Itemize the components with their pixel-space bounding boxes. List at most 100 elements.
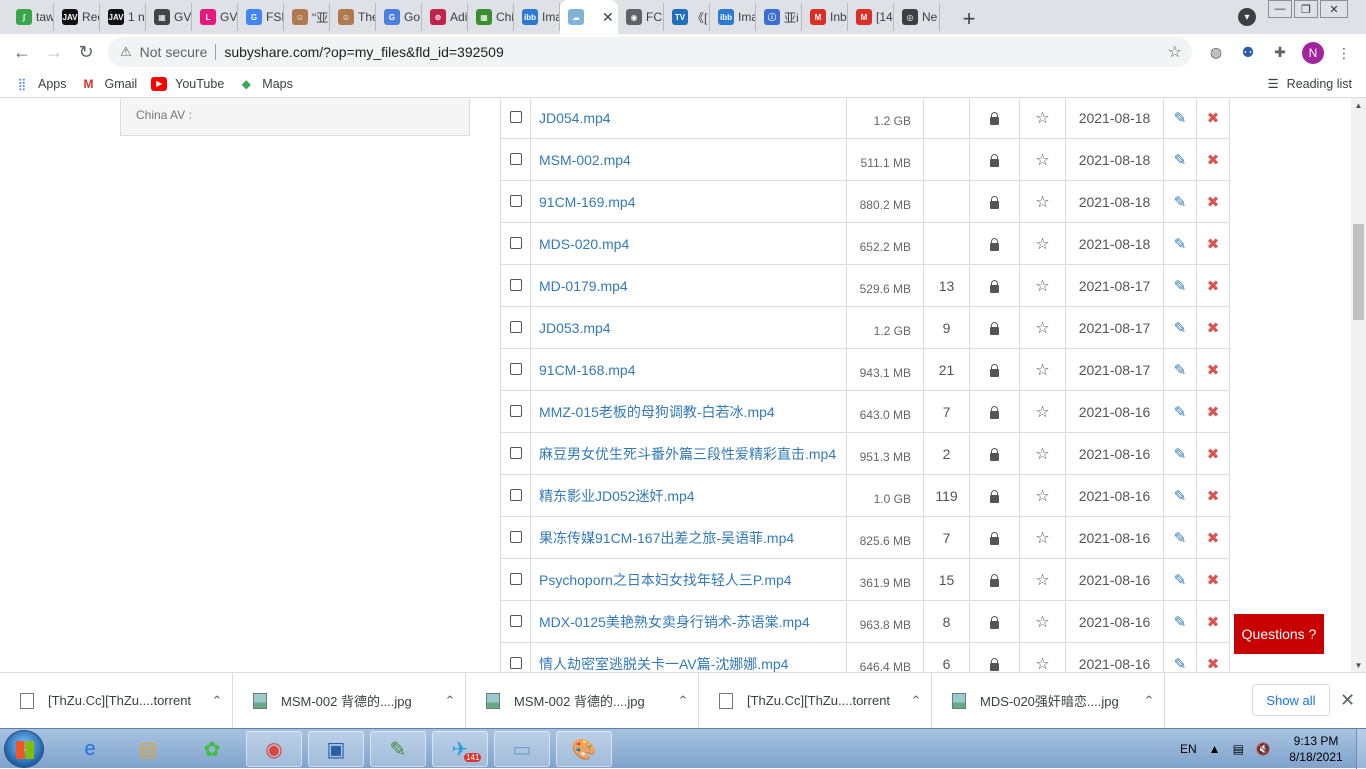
file-name-link[interactable]: 91CM-169.mp4 — [530, 180, 847, 223]
star-icon[interactable]: ☆ — [1035, 194, 1049, 211]
forward-icon[interactable]: → — [38, 36, 70, 68]
reload-icon[interactable]: ↻ — [70, 36, 102, 68]
download-item[interactable]: [ThZu.Cc][ThZu....torrent ⌃ — [0, 672, 233, 729]
edit-pencil-icon[interactable]: ✎ — [1174, 194, 1187, 211]
star-icon[interactable]: ☆ — [1035, 320, 1049, 337]
browser-tab[interactable]: M [14 — [848, 3, 894, 31]
file-checkbox[interactable] — [509, 572, 522, 585]
edit-pencil-icon[interactable]: ✎ — [1174, 236, 1187, 253]
menu-kebab-icon[interactable]: ⋮ — [1334, 43, 1354, 63]
scrollbar-thumb[interactable] — [1353, 224, 1364, 320]
lock-icon[interactable] — [990, 195, 999, 209]
star-icon[interactable]: ☆ — [1035, 110, 1049, 127]
browser-tab[interactable]: ▦ Chi — [468, 3, 514, 31]
edit-pencil-icon[interactable]: ✎ — [1174, 572, 1187, 589]
file-name-link[interactable]: JD053.mp4 — [530, 306, 847, 349]
browser-tab[interactable]: L GV — [192, 3, 238, 31]
file-checkbox[interactable] — [509, 488, 522, 501]
lock-icon[interactable] — [990, 111, 999, 125]
browser-tab[interactable]: G Go — [376, 3, 422, 31]
extension-globe-icon[interactable]: ◍ — [1206, 42, 1226, 62]
star-icon[interactable]: ☆ — [1035, 530, 1049, 547]
delete-icon[interactable]: ✖ — [1207, 446, 1220, 463]
delete-icon[interactable]: ✖ — [1207, 530, 1220, 547]
file-name-link[interactable]: 91CM-168.mp4 — [530, 348, 847, 391]
browser-tab[interactable]: JAV 1 n — [100, 3, 146, 31]
bookmark-gmail[interactable]: M Gmail — [81, 77, 138, 91]
star-icon[interactable]: ☆ — [1035, 278, 1049, 295]
download-item[interactable]: MSM-002 背德的....jpg ⌃ — [233, 672, 466, 729]
browser-tab[interactable]: JAV Rec — [54, 3, 100, 31]
browser-tab[interactable]: ⊛ Adi — [422, 3, 468, 31]
file-checkbox[interactable] — [509, 446, 522, 459]
edit-pencil-icon[interactable]: ✎ — [1174, 278, 1187, 295]
file-checkbox[interactable] — [509, 614, 522, 627]
file-name-link[interactable]: MD-0179.mp4 — [530, 264, 847, 307]
edit-pencil-icon[interactable]: ✎ — [1174, 530, 1187, 547]
delete-icon[interactable]: ✖ — [1207, 194, 1220, 211]
show-hidden-icons-icon[interactable]: ▲ — [1209, 742, 1221, 756]
file-checkbox[interactable] — [509, 320, 522, 333]
file-name-link[interactable]: MDS-020.mp4 — [530, 222, 847, 265]
edit-pencil-icon[interactable]: ✎ — [1174, 404, 1187, 421]
download-item[interactable]: MDS-020强奸暗恋....jpg ⌃ — [932, 672, 1165, 729]
lock-icon[interactable] — [990, 531, 999, 545]
restore-icon[interactable]: ❐ — [1294, 0, 1318, 18]
file-checkbox[interactable] — [509, 194, 522, 207]
chevron-up-icon[interactable]: ⌃ — [901, 693, 931, 709]
file-name-link[interactable]: MMZ-015老板的母狗调教-白若冰.mp4 — [530, 390, 847, 433]
lock-icon[interactable] — [990, 573, 999, 587]
edit-pencil-icon[interactable]: ✎ — [1174, 488, 1187, 505]
file-checkbox[interactable] — [509, 656, 522, 669]
tab-search-icon[interactable]: ▾ — [1238, 8, 1256, 26]
edit-pencil-icon[interactable]: ✎ — [1174, 320, 1187, 337]
file-checkbox[interactable] — [509, 236, 522, 249]
delete-icon[interactable]: ✖ — [1207, 488, 1220, 505]
browser-tab[interactable]: ◉ FC2 — [618, 3, 664, 31]
download-item[interactable]: MSM-002 背德的....jpg ⌃ — [466, 672, 699, 729]
star-icon[interactable]: ☆ — [1035, 572, 1049, 589]
lock-icon[interactable] — [990, 489, 999, 503]
file-name-link[interactable]: 果冻传媒91CM-167出差之旅-吴语菲.mp4 — [530, 516, 847, 559]
bookmark-star-icon[interactable]: ☆ — [1168, 42, 1182, 62]
delete-icon[interactable]: ✖ — [1207, 320, 1220, 337]
close-tab-icon[interactable]: ✕ — [602, 9, 614, 26]
profile-avatar[interactable]: N — [1302, 42, 1324, 64]
new-tab-button[interactable]: + — [954, 4, 984, 34]
chevron-up-icon[interactable]: ⌃ — [668, 693, 698, 709]
download-item[interactable]: [ThZu.Cc][ThZu....torrent ⌃ — [699, 672, 932, 729]
url-text[interactable]: subyshare.com/?op=my_files&fld_id=392509 — [224, 44, 503, 60]
chevron-up-icon[interactable]: ⌃ — [435, 693, 465, 709]
telegram-icon[interactable]: ✈ — [432, 731, 488, 767]
remote-desktop-icon[interactable]: ▣ — [308, 731, 364, 767]
browser-tab[interactable]: ▦ GV — [146, 3, 192, 31]
star-icon[interactable]: ☆ — [1035, 614, 1049, 631]
chevron-up-icon[interactable]: ⌃ — [202, 693, 232, 709]
delete-icon[interactable]: ✖ — [1207, 362, 1220, 379]
star-icon[interactable]: ☆ — [1035, 656, 1049, 673]
extensions-puzzle-icon[interactable]: ✚ — [1270, 42, 1290, 62]
edit-pencil-icon[interactable]: ✎ — [1174, 446, 1187, 463]
lock-icon[interactable] — [990, 447, 999, 461]
delete-icon[interactable]: ✖ — [1207, 572, 1220, 589]
file-explorer-icon[interactable]: ▤ — [120, 731, 176, 767]
scroll-up-icon[interactable]: ▲ — [1351, 98, 1366, 112]
address-bar[interactable]: ⚠ Not secure subyshare.com/?op=my_files&… — [108, 37, 1192, 67]
star-icon[interactable]: ☆ — [1035, 446, 1049, 463]
minimize-icon[interactable]: — — [1268, 0, 1292, 18]
delete-icon[interactable]: ✖ — [1207, 236, 1220, 253]
delete-icon[interactable]: ✖ — [1207, 278, 1220, 295]
delete-icon[interactable]: ✖ — [1207, 614, 1220, 631]
browser-tab[interactable]: ☺ The — [330, 3, 376, 31]
extension-account-icon[interactable]: ⚉ — [1238, 42, 1258, 62]
browser-tab[interactable]: ◎ Ne — [894, 3, 940, 31]
star-icon[interactable]: ☆ — [1035, 362, 1049, 379]
scroll-down-icon[interactable]: ▼ — [1351, 658, 1366, 672]
file-name-link[interactable]: 精东影业JD052迷奸.mp4 — [530, 474, 847, 517]
lock-icon[interactable] — [990, 237, 999, 251]
star-icon[interactable]: ☆ — [1035, 404, 1049, 421]
delete-icon[interactable]: ✖ — [1207, 404, 1220, 421]
language-indicator[interactable]: EN — [1180, 742, 1197, 756]
clock[interactable]: 9:13 PM 8/18/2021 — [1286, 733, 1346, 765]
file-checkbox[interactable] — [509, 404, 522, 417]
